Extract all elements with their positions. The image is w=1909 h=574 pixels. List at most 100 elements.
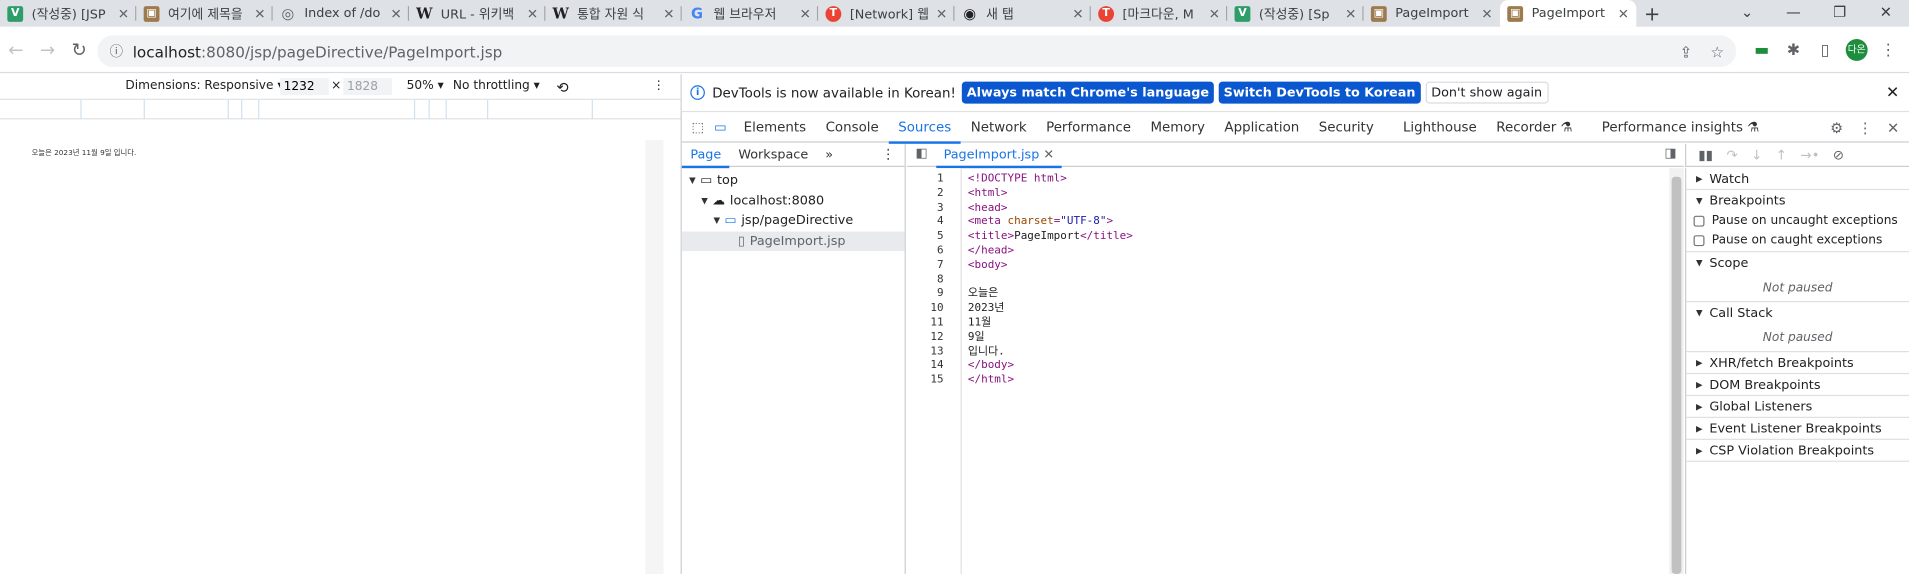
checkbox-box[interactable]	[1693, 235, 1705, 247]
browser-tab[interactable]: G웹 브라우저 ✕	[682, 0, 819, 27]
tab-search-icon[interactable]: ⌄	[1724, 0, 1770, 27]
global-listeners-section[interactable]: ▶ Global Listeners	[1686, 396, 1909, 419]
avatar[interactable]: 다온	[1845, 38, 1868, 61]
tab-performance[interactable]: Performance	[1036, 113, 1140, 142]
event-listener-breakpoints-section[interactable]: ▶ Event Listener Breakpoints	[1686, 418, 1909, 440]
close-tab-icon[interactable]: ✕	[1072, 5, 1083, 21]
reload-icon[interactable]: ↻	[63, 38, 95, 60]
tab-workspace[interactable]: Workspace	[730, 143, 817, 166]
zoom-select[interactable]: 50% ▾	[407, 79, 444, 92]
sidepanel-icon[interactable]: ▯	[1814, 41, 1836, 59]
bookmark-star-icon[interactable]: ☆	[1710, 42, 1724, 60]
close-tab-icon[interactable]: ✕	[663, 5, 674, 21]
xhr-breakpoints-section[interactable]: ▶ XHR/fetch Breakpoints	[1686, 352, 1909, 375]
inspect-icon[interactable]: ⬚	[692, 119, 705, 135]
device-menu-icon[interactable]: ⋮	[653, 79, 665, 92]
step-icon[interactable]: →•	[1800, 147, 1819, 163]
step-out-icon[interactable]: ↑	[1776, 147, 1787, 163]
puzzle-icon[interactable]: ✱	[1782, 41, 1804, 59]
step-over-icon[interactable]: ↷	[1727, 147, 1738, 163]
call-stack-section[interactable]: ▼ Call Stack	[1686, 302, 1909, 324]
menu-icon[interactable]: ⋮	[1877, 41, 1899, 59]
tab-application[interactable]: Application	[1215, 113, 1309, 142]
tab-security[interactable]: Security	[1309, 113, 1383, 142]
forward-icon[interactable]: →	[32, 38, 64, 60]
tab-recorder[interactable]: Recorder ⚗	[1487, 113, 1583, 142]
restore-icon[interactable]: ❐	[1817, 0, 1863, 27]
width-input[interactable]	[280, 77, 329, 96]
tab-network[interactable]: Network	[961, 113, 1036, 142]
browser-tab[interactable]: T [마크다운, M ✕	[1091, 0, 1228, 27]
close-tab-icon[interactable]: ✕	[254, 5, 265, 21]
scope-section[interactable]: ▼ Scope	[1686, 252, 1909, 274]
pause-caught-checkbox[interactable]: Pause on caught exceptions	[1686, 230, 1909, 253]
address-bar[interactable]: ⓘ localhost:8080/jsp/pageDirective/PageI…	[97, 35, 1737, 68]
scrollbar-thumb[interactable]	[1671, 176, 1682, 574]
browser-tab-active[interactable]: ▣ PageImport ✕	[1499, 0, 1637, 27]
close-icon[interactable]: ✕	[1886, 84, 1899, 102]
close-tab-icon[interactable]: ✕	[1618, 5, 1629, 21]
close-tab-icon[interactable]: ✕	[527, 5, 538, 21]
deactivate-breakpoints-icon[interactable]: ⊘	[1833, 147, 1844, 163]
breakpoints-section[interactable]: ▼ Breakpoints	[1686, 190, 1909, 212]
navigator-menu-icon[interactable]: ⋮	[881, 146, 894, 162]
tab-page[interactable]: Page	[681, 143, 731, 168]
minimize-icon[interactable]: —	[1770, 0, 1816, 27]
browser-tab[interactable]: ◎ Index of /do ✕	[273, 0, 410, 27]
toggle-debugger-icon[interactable]: ◨	[1664, 146, 1676, 161]
close-window-icon[interactable]: ✕	[1863, 0, 1909, 27]
browser-tab[interactable]: ◉ 새 탭 ✕	[955, 0, 1091, 27]
close-tab-icon[interactable]: ✕	[391, 5, 402, 21]
back-icon[interactable]: ←	[0, 38, 32, 60]
tab-sources[interactable]: Sources	[888, 113, 961, 144]
close-tab-icon[interactable]: ✕	[936, 5, 947, 21]
share-icon[interactable]: ⇪	[1680, 42, 1693, 60]
browser-tab[interactable]: ▣ 여기에 제목을 ✕	[136, 0, 273, 27]
dom-breakpoints-section[interactable]: ▶ DOM Breakpoints	[1686, 374, 1909, 397]
tab-console[interactable]: Console	[816, 113, 889, 142]
browser-tab[interactable]: ▣ PageImport ✕	[1364, 0, 1500, 27]
tab-performance-insights[interactable]: Performance insights ⚗	[1592, 113, 1769, 142]
browser-tab[interactable]: V (작성중) [JSP ✕	[0, 0, 137, 27]
more-tabs-icon[interactable]: »	[817, 143, 842, 166]
viewport-scrollbar[interactable]	[645, 140, 664, 574]
step-into-icon[interactable]: ↓	[1751, 147, 1762, 163]
expand-icon[interactable]: ▼	[713, 216, 724, 226]
tree-item-folder[interactable]: ▼ ▭ jsp/pageDirective	[682, 211, 905, 231]
editor-tab[interactable]: PageImport.jsp ✕	[936, 144, 1062, 169]
tree-item-top[interactable]: ▼ ▭ top	[682, 171, 905, 191]
close-tab-icon[interactable]: ✕	[800, 5, 811, 21]
tree-item-file[interactable]: ▯ PageImport.jsp	[681, 230, 905, 252]
kebab-menu-icon[interactable]: ⋮	[1858, 119, 1873, 136]
tab-memory[interactable]: Memory	[1141, 113, 1215, 142]
checkbox-box[interactable]	[1693, 215, 1705, 227]
close-tab-icon[interactable]: ✕	[1345, 5, 1356, 21]
device-toggle-icon[interactable]: ▭	[714, 119, 727, 135]
close-tab-icon[interactable]: ✕	[118, 5, 129, 21]
dimensions-select[interactable]: Dimensions: Responsive ▾	[125, 79, 283, 92]
browser-tab[interactable]: W URL - 위키백 ✕	[409, 0, 546, 27]
new-tab-button[interactable]: +	[1636, 0, 1668, 27]
tab-elements[interactable]: Elements	[734, 113, 816, 142]
site-info-icon[interactable]: ⓘ	[110, 41, 123, 60]
expand-icon[interactable]: ▼	[701, 196, 712, 206]
dont-show-again-button[interactable]: Don't show again	[1425, 81, 1549, 104]
close-file-icon[interactable]: ✕	[1043, 147, 1054, 162]
close-devtools-icon[interactable]: ✕	[1887, 119, 1899, 136]
close-tab-icon[interactable]: ✕	[1481, 5, 1492, 21]
match-language-button[interactable]: Always match Chrome's language	[961, 81, 1214, 104]
tab-lighthouse[interactable]: Lighthouse	[1393, 113, 1486, 142]
extension-icon[interactable]: ▬	[1751, 41, 1773, 59]
gear-icon[interactable]: ⚙	[1830, 119, 1843, 136]
browser-tab[interactable]: W 통합 자원 식 ✕	[545, 0, 682, 27]
pause-uncaught-checkbox[interactable]: Pause on uncaught exceptions	[1686, 212, 1909, 230]
editor-scrollbar[interactable]	[1669, 168, 1684, 574]
browser-tab[interactable]: T [Network] 웹 ✕	[818, 0, 955, 27]
expand-icon[interactable]: ▼	[689, 176, 700, 186]
pause-icon[interactable]: ▮▮	[1698, 147, 1713, 163]
csp-violation-breakpoints-section[interactable]: ▶ CSP Violation Breakpoints	[1686, 440, 1909, 462]
browser-tab[interactable]: V (작성중) [Sp ✕	[1227, 0, 1364, 27]
height-input[interactable]	[343, 77, 393, 96]
code-editor[interactable]: <!DOCTYPE html> <html> <head> <meta char…	[968, 168, 1667, 574]
throttling-select[interactable]: No throttling ▾	[453, 79, 540, 92]
